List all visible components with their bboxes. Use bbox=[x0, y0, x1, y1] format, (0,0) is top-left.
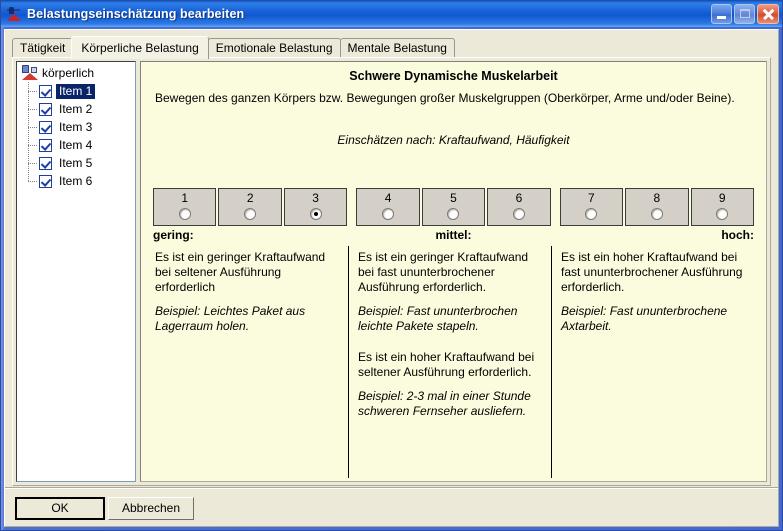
tree-item-1-label: Item 1 bbox=[56, 83, 96, 99]
hoch-text: Es ist ein hoher Kraftaufwand bei fast u… bbox=[561, 250, 743, 294]
window-controls bbox=[711, 4, 779, 24]
tree-item-4[interactable]: Item 4 bbox=[28, 136, 135, 154]
tree-item-6[interactable]: Item 6 bbox=[28, 172, 135, 190]
rating-number-5: 5 bbox=[450, 191, 457, 205]
rating-number-9: 9 bbox=[718, 191, 726, 205]
cancel-button[interactable]: Abbrechen bbox=[108, 497, 194, 520]
tree-item-4-checkbox[interactable] bbox=[39, 138, 52, 152]
tab-taetigkeit[interactable]: Tätigkeit bbox=[12, 38, 74, 58]
rating-number-4: 4 bbox=[384, 191, 392, 205]
tree-children: Item 1 Item 2 Item 3 Item 4 Item 5 Item … bbox=[28, 82, 135, 190]
tab-page-koerperliche-belastung: körperlich Item 1 Item 2 Item 3 Item 4 I… bbox=[12, 57, 771, 486]
rating-radio-3[interactable] bbox=[309, 208, 322, 220]
maximize-button[interactable] bbox=[734, 4, 755, 24]
tab-mentale-belastung[interactable]: Mentale Belastung bbox=[339, 38, 455, 58]
rating-number-3: 3 bbox=[312, 191, 319, 205]
rating-group-mittel: 4 5 6 bbox=[356, 188, 551, 226]
rating-radio-7[interactable] bbox=[585, 208, 598, 220]
rating-radio-5[interactable] bbox=[447, 208, 460, 220]
rating-cell-8[interactable]: 8 bbox=[625, 188, 689, 226]
dialog-client-area: Tätigkeit Körperliche Belastung Emotiona… bbox=[4, 29, 779, 527]
rating-radio-2[interactable] bbox=[244, 208, 257, 220]
rating-number-1: 1 bbox=[181, 191, 189, 205]
item-tree[interactable]: körperlich Item 1 Item 2 Item 3 Item 4 I… bbox=[16, 61, 136, 482]
ok-button[interactable]: OK bbox=[15, 497, 105, 520]
gering-text: Es ist ein geringer Kraftaufwand bei sel… bbox=[155, 250, 326, 294]
hoch-example: Beispiel: Fast ununterbrochene Axtarbeit… bbox=[561, 304, 728, 333]
tree-item-5[interactable]: Item 5 bbox=[28, 154, 135, 172]
tree-item-3[interactable]: Item 3 bbox=[28, 118, 135, 136]
tab-koerperliche-belastung[interactable]: Körperliche Belastung bbox=[71, 36, 209, 59]
gering-example: Beispiel: Leichtes Paket aus Lagerraum h… bbox=[155, 304, 306, 333]
rating-cell-4[interactable]: 4 bbox=[356, 188, 420, 226]
rating-radio-9[interactable] bbox=[716, 208, 729, 220]
mittel-text-2: Es ist ein hoher Kraftaufwand bei selten… bbox=[358, 350, 535, 379]
rating-radio-8[interactable] bbox=[650, 208, 663, 220]
level-label-mittel: mittel: bbox=[435, 228, 472, 242]
close-button[interactable] bbox=[757, 4, 779, 24]
rating-group-gering: 1 2 3 bbox=[153, 188, 348, 226]
minimize-button[interactable] bbox=[711, 4, 732, 24]
assessment-content-panel: Schwere Dynamische Muskelarbeit Bewegen … bbox=[140, 61, 767, 482]
tree-item-5-checkbox[interactable] bbox=[39, 156, 52, 170]
rating-number-6: 6 bbox=[515, 191, 523, 205]
tree-item-6-checkbox[interactable] bbox=[39, 174, 52, 188]
rating-radio-4[interactable] bbox=[382, 208, 395, 220]
description-column-gering: Es ist ein geringer Kraftaufwand bei sel… bbox=[153, 246, 348, 478]
level-label-hoch: hoch: bbox=[721, 228, 754, 242]
rating-number-8: 8 bbox=[653, 191, 661, 205]
tree-item-6-label: Item 6 bbox=[59, 173, 93, 188]
mittel-example-1: Beispiel: Fast ununterbrochen leichte Pa… bbox=[358, 304, 518, 333]
mittel-text-1: Es ist ein geringer Kraftaufwand bei fas… bbox=[358, 250, 529, 294]
description-columns: Es ist ein geringer Kraftaufwand bei sel… bbox=[153, 246, 754, 478]
rating-number-7: 7 bbox=[588, 191, 595, 205]
rating-cell-1[interactable]: 1 bbox=[153, 188, 217, 226]
tree-item-2-label: Item 2 bbox=[59, 101, 93, 116]
tree-item-1-checkbox[interactable] bbox=[39, 84, 52, 98]
content-criteria: Einschätzen nach: Kraftaufwand, Häufigke… bbox=[337, 133, 570, 147]
tree-root-node[interactable]: körperlich bbox=[19, 64, 135, 82]
tree-item-5-label: Item 5 bbox=[59, 155, 93, 170]
tree-root-label: körperlich bbox=[42, 66, 95, 80]
rating-scale: 1 2 3 4 5 6 7 8 9 bbox=[153, 188, 754, 226]
content-title: Schwere Dynamische Muskelarbeit bbox=[349, 69, 558, 83]
rating-cell-5[interactable]: 5 bbox=[421, 188, 486, 226]
rating-number-2: 2 bbox=[246, 191, 254, 205]
rating-cell-2[interactable]: 2 bbox=[218, 188, 282, 226]
tree-item-1[interactable]: Item 1 bbox=[28, 82, 135, 100]
assessment-icon bbox=[6, 6, 22, 22]
tree-item-3-label: Item 3 bbox=[59, 119, 93, 134]
load-assessment-icon bbox=[21, 65, 39, 81]
dialog-footer: OK Abbrechen bbox=[5, 487, 778, 526]
rating-group-hoch: 7 8 9 bbox=[559, 188, 754, 226]
level-labels: gering: mittel: hoch: bbox=[153, 228, 754, 244]
rating-radio-1[interactable] bbox=[178, 208, 191, 220]
tree-item-3-checkbox[interactable] bbox=[39, 120, 52, 134]
rating-cell-7[interactable]: 7 bbox=[559, 188, 624, 226]
tab-strip: Tätigkeit Körperliche Belastung Emotiona… bbox=[12, 36, 771, 59]
tree-item-2-checkbox[interactable] bbox=[39, 102, 52, 116]
rating-cell-9[interactable]: 9 bbox=[690, 188, 754, 226]
tree-item-4-label: Item 4 bbox=[59, 137, 93, 152]
tab-emotionale-belastung[interactable]: Emotionale Belastung bbox=[207, 38, 341, 58]
tree-item-2[interactable]: Item 2 bbox=[28, 100, 135, 118]
window-title: Belastungseinschätzung bearbeiten bbox=[27, 7, 245, 21]
title-bar: Belastungseinschätzung bearbeiten bbox=[1, 1, 782, 27]
dialog-window: Belastungseinschätzung bearbeiten Tätigk… bbox=[0, 0, 783, 531]
rating-cell-6[interactable]: 6 bbox=[487, 188, 551, 226]
rating-radio-6[interactable] bbox=[512, 208, 525, 220]
mittel-example-2: Beispiel: 2-3 mal in einer Stunde schwer… bbox=[358, 389, 531, 418]
content-description: Bewegen des ganzen Körpers bzw. Bewegung… bbox=[155, 91, 735, 105]
description-column-hoch: Es ist ein hoher Kraftaufwand bei fast u… bbox=[551, 246, 754, 478]
level-label-gering: gering: bbox=[153, 228, 194, 242]
description-column-mittel: Es ist ein geringer Kraftaufwand bei fas… bbox=[348, 246, 551, 478]
rating-cell-3[interactable]: 3 bbox=[283, 188, 348, 226]
